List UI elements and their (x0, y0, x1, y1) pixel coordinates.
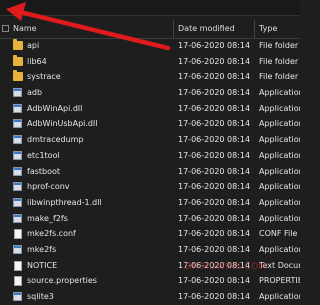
file-date-modified: 17-06-2020 08:14 (178, 119, 251, 129)
file-name: api (27, 41, 40, 50)
file-type: Application (259, 103, 300, 113)
file-row[interactable]: systrace 17-06-2020 08:14 File folder (0, 69, 300, 85)
file-date-modified: 17-06-2020 08:14 (178, 103, 251, 113)
file-row[interactable]: make_f2fs 17-06-2020 08:14 Application (0, 211, 300, 227)
application-icon (13, 103, 22, 113)
file-type: Application (259, 166, 300, 176)
document-icon (14, 276, 22, 287)
file-date-modified: 17-06-2020 08:14 (178, 150, 251, 160)
application-icon (13, 182, 22, 192)
file-name: adb (27, 88, 43, 98)
file-name: fastboot (27, 166, 61, 176)
folder-icon (13, 54, 23, 66)
file-name: AdbWinUsbApi.dll (27, 119, 98, 129)
file-date-modified: 17-06-2020 08:14 (178, 88, 251, 98)
file-type: Application (259, 292, 300, 301)
file-date-modified: 17-06-2020 08:14 (178, 41, 251, 50)
file-type: PROPERTIES (259, 276, 300, 286)
file-type: Application (259, 244, 300, 254)
file-type: Application (259, 197, 300, 207)
file-name: dmtracedump (27, 135, 84, 145)
watermark: DROIDWINS.COM (185, 262, 267, 272)
file-date-modified: 17-06-2020 08:14 (178, 166, 251, 176)
file-date-modified: 17-06-2020 08:14 (178, 276, 251, 286)
file-name: systrace (27, 72, 61, 82)
file-row[interactable]: mke2fs.conf 17-06-2020 08:14 CONF File (0, 226, 300, 242)
file-name: libwinpthread-1.dll (27, 197, 102, 207)
application-icon (13, 213, 22, 223)
column-type[interactable]: Type (259, 20, 277, 38)
file-type: CONF File (259, 229, 298, 239)
file-name: etc1tool (27, 150, 60, 160)
file-name: AdbWinApi.dll (27, 103, 83, 113)
column-divider[interactable] (173, 20, 174, 38)
folder-icon (13, 39, 23, 50)
file-date-modified: 17-06-2020 08:14 (178, 213, 251, 223)
application-icon (13, 150, 22, 160)
column-date-modified[interactable]: Date modified (178, 20, 235, 38)
file-row[interactable]: api 17-06-2020 08:14 File folder (0, 38, 300, 54)
application-icon (13, 119, 22, 129)
file-type: Application (259, 135, 300, 145)
file-date-modified: 17-06-2020 08:14 (178, 182, 251, 192)
file-row[interactable]: sqlite3 17-06-2020 08:14 Application (0, 289, 300, 305)
file-row[interactable]: AdbWinApi.dll 17-06-2020 08:14 Application (0, 101, 300, 117)
file-row[interactable]: source.properties 17-06-2020 08:14 PROPERT… (0, 273, 300, 289)
file-date-modified: 17-06-2020 08:14 (178, 135, 251, 145)
file-date-modified: 17-06-2020 08:14 (178, 244, 251, 254)
file-name: sqlite3 (27, 292, 54, 301)
file-type: Application (259, 182, 300, 192)
file-name: mke2fs (27, 244, 57, 254)
document-icon (14, 229, 22, 240)
file-row[interactable]: adb 17-06-2020 08:14 Application (0, 85, 300, 101)
file-row[interactable]: fastboot 17-06-2020 08:14 Application (0, 164, 300, 180)
file-date-modified: 17-06-2020 08:14 (178, 56, 251, 66)
file-type: Application (259, 119, 300, 129)
application-icon (13, 166, 22, 176)
file-name: source.properties (27, 276, 97, 286)
file-type: Application (259, 213, 300, 223)
file-row[interactable]: libwinpthread-1.dll 17-06-2020 08:14 Appli… (0, 195, 300, 211)
file-row[interactable]: AdbWinUsbApi.dll 17-06-2020 08:14 Applicat… (0, 116, 300, 132)
address-bar[interactable] (0, 0, 300, 16)
file-type: Application (259, 150, 300, 160)
file-date-modified: 17-06-2020 08:14 (178, 292, 251, 301)
file-row[interactable]: dmtracedump 17-06-2020 08:14 Application (0, 132, 300, 148)
file-name: make_f2fs (27, 213, 68, 223)
application-icon (13, 135, 22, 145)
file-name: lib64 (27, 56, 47, 66)
file-name: hprof-conv (27, 182, 70, 192)
application-icon (13, 88, 22, 98)
file-row[interactable]: hprof-conv 17-06-2020 08:14 Application (0, 179, 300, 195)
folder-icon (13, 70, 23, 82)
application-icon (13, 197, 22, 207)
file-type: File folder (259, 41, 299, 50)
file-row[interactable]: lib64 17-06-2020 08:14 File folder (0, 54, 300, 70)
file-row[interactable]: mke2fs 17-06-2020 08:14 Application (0, 242, 300, 258)
file-row[interactable]: etc1tool 17-06-2020 08:14 Application (0, 148, 300, 164)
file-type: File folder (259, 72, 299, 82)
column-header: Name Date modified Type (0, 20, 300, 39)
file-date-modified: 17-06-2020 08:14 (178, 72, 251, 82)
column-name[interactable]: Name (13, 20, 37, 38)
file-type: File folder (259, 56, 299, 66)
file-name: NOTICE (27, 260, 58, 270)
application-icon (13, 244, 22, 254)
column-divider[interactable] (254, 20, 255, 38)
document-icon (14, 260, 22, 271)
file-date-modified: 17-06-2020 08:14 (178, 197, 251, 207)
file-name: mke2fs.conf (27, 229, 76, 239)
select-all-checkbox[interactable] (2, 25, 9, 32)
file-type: Application (259, 88, 300, 98)
file-date-modified: 17-06-2020 08:14 (178, 229, 251, 239)
